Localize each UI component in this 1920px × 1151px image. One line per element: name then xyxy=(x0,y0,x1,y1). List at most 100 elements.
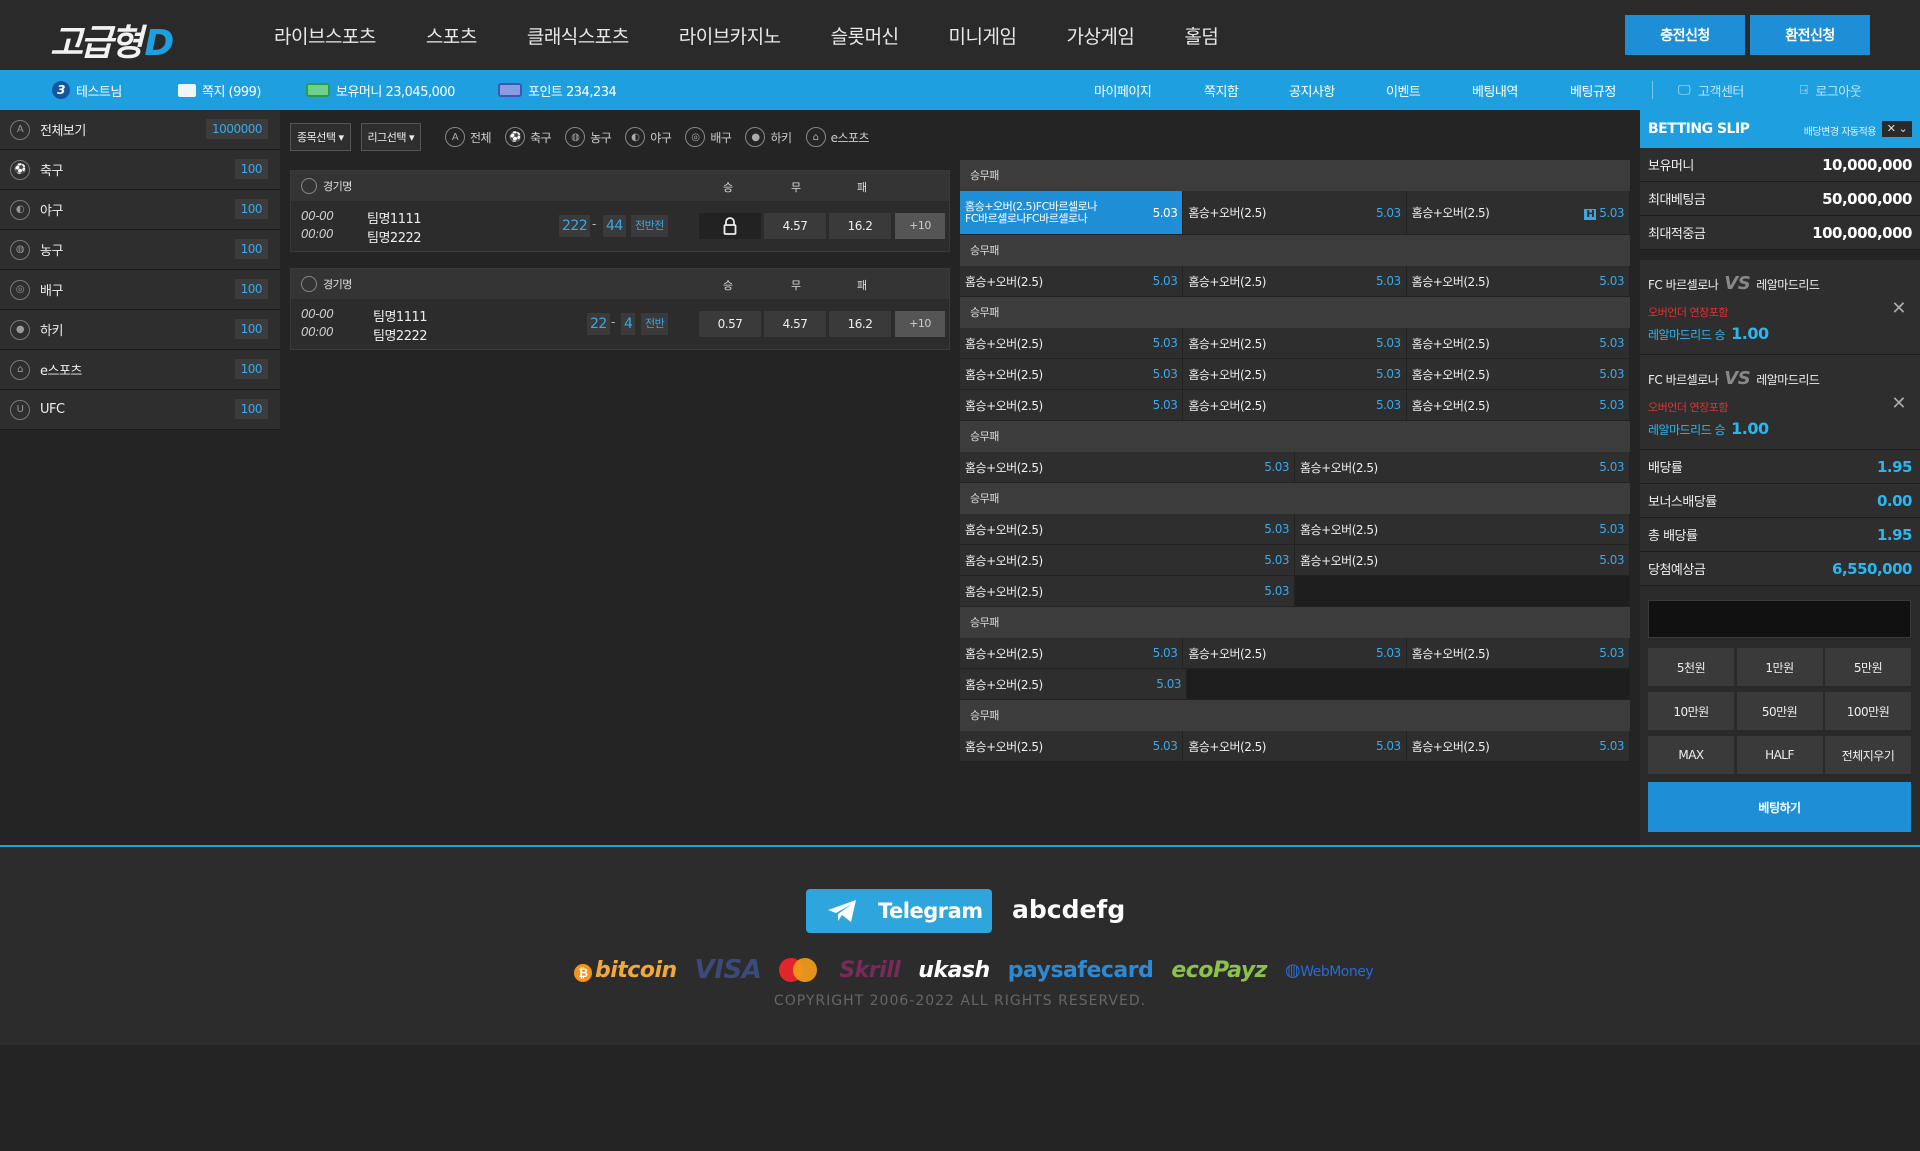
sidebar-item-ufc[interactable]: U UFC 100 xyxy=(0,390,280,430)
market-option[interactable]: 홈승+오버(2.5) 5.03 xyxy=(1406,359,1630,390)
deposit-button[interactable]: 충전신청 xyxy=(1625,15,1745,55)
chip-5k[interactable]: 5천원 xyxy=(1648,648,1734,686)
vs-icon: VS xyxy=(1724,368,1751,389)
market-option[interactable]: 홈승+오버(2.5) 5.03 xyxy=(960,266,1184,297)
sidebar-item-volleyball[interactable]: ◎ 배구 100 xyxy=(0,270,280,310)
sidebar-item-baseball[interactable]: ◐ 야구 100 xyxy=(0,190,280,230)
chip-100k[interactable]: 10만원 xyxy=(1648,692,1734,730)
chip-500k[interactable]: 50만원 xyxy=(1736,692,1823,730)
telegram-button[interactable]: Telegram xyxy=(806,889,992,933)
market-option[interactable]: 홈승+오버(2.5) 5.03 xyxy=(1183,191,1407,235)
draw-odd-button[interactable]: 4.57 xyxy=(764,311,826,337)
menu-bet-history[interactable]: 베팅내역 xyxy=(1472,70,1518,110)
tab-esports[interactable]: ⌂ e스포츠 xyxy=(805,127,870,147)
market-option[interactable]: 홈승+오버(2.5) 5.03 xyxy=(1183,390,1407,421)
volleyball-icon: ◎ xyxy=(685,127,706,147)
tab-baseball[interactable]: ◐ 야구 xyxy=(625,127,672,147)
menu-bet-rules[interactable]: 베팅규정 xyxy=(1570,70,1616,110)
tab-basketball[interactable]: ◍ 농구 xyxy=(565,127,612,147)
basketball-icon xyxy=(301,276,317,292)
market-option[interactable]: 홈승+오버(2.5) 5.03 xyxy=(960,359,1184,390)
market-row: 홈승+오버(2.5) 5.03 홈승+오버(2.5) 5.03 홈승+오버(2.5) 5.… xyxy=(960,390,1630,421)
sport-select[interactable]: 종목선택 ▾ xyxy=(290,123,351,151)
sidebar-item-soccer[interactable]: ⚽ 축구 100 xyxy=(0,150,280,190)
menu-notice[interactable]: 공지사항 xyxy=(1289,70,1335,110)
market-option[interactable]: 홈승+오버(2.5) 5.03 xyxy=(960,328,1184,359)
sidebar-item-esports[interactable]: ⌂ e스포츠 100 xyxy=(0,350,280,390)
market-option[interactable]: 홈승+오버(2.5) 5.03 xyxy=(960,545,1295,576)
league-select[interactable]: 리그선택 ▾ xyxy=(360,123,421,151)
menu-messages[interactable]: 쪽지함 xyxy=(1204,70,1239,110)
menu-event[interactable]: 이벤트 xyxy=(1386,70,1421,110)
market-option[interactable]: 홈승+오버(2.5) 5.03 xyxy=(1183,359,1407,390)
chip-half[interactable]: HALF xyxy=(1736,736,1823,774)
game-list-panel: 종목선택 ▾ 리그선택 ▾ A 전체 ⚽ 축구 ◍ 농구 ◐ 야구 ◎ 배구 ● 하키 ⌂ e… xyxy=(280,110,960,845)
draw-odd-button[interactable]: 4.57 xyxy=(764,213,826,239)
market-option[interactable]: 홈승+오버(2.5) 5.03 xyxy=(1183,638,1407,669)
chip-clear-all[interactable]: 전체지우기 xyxy=(1825,736,1911,774)
auto-odds-toggle[interactable]: ✕ ⌄ xyxy=(1882,121,1912,137)
market-option[interactable]: 홈승+오버(2.5) 5.03 xyxy=(1406,266,1630,297)
market-option-selected[interactable]: 홈승+오버(2.5)FC바르셀로나FC바르셀로나FC바르셀로나 5.03 xyxy=(960,191,1184,235)
tab-soccer[interactable]: ⚽ 축구 xyxy=(505,127,552,147)
more-markets-button[interactable]: +10 xyxy=(895,213,945,239)
nav-classic-sports[interactable]: 클래식스포츠 xyxy=(527,22,629,49)
market-option[interactable]: 홈승+오버(2.5) 5.03 xyxy=(1183,328,1407,359)
logout-link[interactable]: ⍈ 로그아웃 xyxy=(1800,70,1862,110)
nav-holdem[interactable]: 홀덤 xyxy=(1184,22,1218,49)
telegram-icon xyxy=(828,900,856,922)
market-option[interactable]: 홈승+오버(2.5) 5.03 xyxy=(960,576,1295,607)
telegram-id: abcdefg xyxy=(1012,895,1126,924)
market-option[interactable]: 홈승+오버(2.5) 5.03 xyxy=(960,390,1184,421)
more-markets-button[interactable]: +10 xyxy=(895,311,945,337)
sidebar-item-basketball[interactable]: ◍ 농구 100 xyxy=(0,230,280,270)
remove-pick-icon[interactable]: ✕ xyxy=(1891,298,1906,319)
menu-mypage[interactable]: 마이페이지 xyxy=(1094,70,1152,110)
sidebar-item-hockey[interactable]: ● 하키 100 xyxy=(0,310,280,350)
market-option[interactable]: 홈승+오버(2.5) 5.03 xyxy=(1183,731,1407,762)
ukash-logo: ukash xyxy=(918,957,990,983)
lose-odd-button[interactable]: 16.2 xyxy=(829,311,891,337)
market-option[interactable]: 홈승+오버(2.5) 5.03 xyxy=(960,514,1295,545)
market-option[interactable]: 홈승+오버(2.5) 5.03 xyxy=(1295,452,1630,483)
nav-virtual-game[interactable]: 가상게임 xyxy=(1066,22,1134,49)
market-option[interactable]: 홈승+오버(2.5) 5.03 xyxy=(960,669,1187,700)
market-option[interactable]: 홈승+오버(2.5) 5.03 xyxy=(1406,638,1630,669)
skrill-logo: Skrill xyxy=(839,957,901,983)
market-option[interactable]: 홈승+오버(2.5) 5.03 xyxy=(1183,266,1407,297)
sidebar-item-all[interactable]: A 전체보기 1000000 xyxy=(0,110,280,150)
market-option[interactable]: 홈승+오버(2.5) 5.03 xyxy=(960,731,1184,762)
market-option[interactable]: 홈승+오버(2.5) 5.03 xyxy=(1295,545,1630,576)
market-option[interactable]: 홈승+오버(2.5) 5.03 xyxy=(1406,390,1630,421)
messages-link[interactable]: 쪽지 (999) xyxy=(178,70,262,110)
place-bet-button[interactable]: 베팅하기 xyxy=(1648,782,1911,832)
market-option[interactable]: 홈승+오버(2.5) 5.03 xyxy=(960,452,1295,483)
tab-hockey[interactable]: ● 하키 xyxy=(745,127,792,147)
withdraw-button[interactable]: 환전신청 xyxy=(1750,15,1870,55)
chip-10k[interactable]: 1만원 xyxy=(1736,648,1823,686)
remove-pick-icon[interactable]: ✕ xyxy=(1891,393,1906,414)
nav-slots[interactable]: 슬롯머신 xyxy=(831,22,899,49)
count-badge: 1000000 xyxy=(206,119,268,139)
support-link[interactable]: 🖵 고객센터 xyxy=(1678,70,1744,110)
chip-max[interactable]: MAX xyxy=(1648,736,1734,774)
market-option[interactable]: 홈승+오버(2.5) 5.03 xyxy=(960,638,1184,669)
market-option[interactable]: 홈승+오버(2.5) 5.03 xyxy=(1295,514,1630,545)
market-option[interactable]: 홈승+오버(2.5) 5.03 xyxy=(1406,731,1630,762)
site-logo[interactable]: 고급형 D xyxy=(50,14,174,66)
market-option[interactable]: 홈승+오버(2.5) H 5.03 xyxy=(1406,191,1630,235)
tab-volleyball[interactable]: ◎ 배구 xyxy=(685,127,732,147)
nav-live-sports[interactable]: 라이브스포츠 xyxy=(274,22,376,49)
lose-odd-button[interactable]: 16.2 xyxy=(829,213,891,239)
chip-1m[interactable]: 100만원 xyxy=(1825,692,1911,730)
home-score: 222 xyxy=(559,215,591,237)
count-badge: 100 xyxy=(234,239,268,259)
tab-all[interactable]: A 전체 xyxy=(445,127,492,147)
nav-minigame[interactable]: 미니게임 xyxy=(949,22,1017,49)
bet-amount-input[interactable] xyxy=(1648,600,1911,638)
nav-sports[interactable]: 스포츠 xyxy=(426,22,477,49)
market-option[interactable]: 홈승+오버(2.5) 5.03 xyxy=(1406,328,1630,359)
win-odd-button[interactable]: 0.57 xyxy=(699,311,761,337)
nav-live-casino[interactable]: 라이브카지노 xyxy=(679,22,781,49)
chip-50k[interactable]: 5만원 xyxy=(1825,648,1911,686)
